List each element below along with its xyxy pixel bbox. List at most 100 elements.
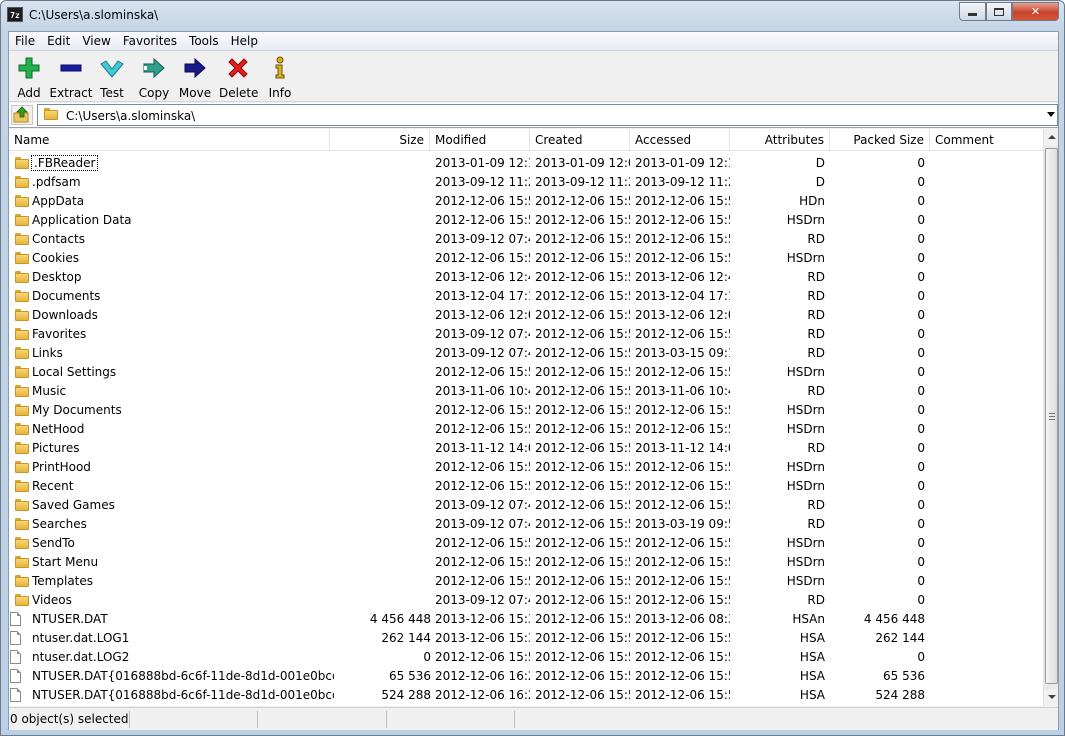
column-header-accessed[interactable]: Accessed	[630, 129, 730, 151]
file-accessed-text: 2012-12-06 15:55	[635, 460, 730, 474]
minimize-button[interactable]	[959, 2, 986, 21]
column-header-name[interactable]: Name	[9, 129, 330, 151]
column-header-comment[interactable]: Comment	[930, 129, 1043, 151]
menu-favorites[interactable]: Favorites	[117, 32, 183, 50]
menu-edit[interactable]: Edit	[41, 32, 76, 50]
menu-view[interactable]: View	[76, 32, 116, 50]
file-attributes-text: HSAn	[792, 612, 825, 626]
folder-icon	[15, 499, 29, 511]
file-attributes-text: HSDrn	[786, 536, 825, 550]
file-row[interactable]: ntuser.dat.LOG202012-12-06 15:552012-12-…	[9, 648, 1043, 667]
file-name: Templates	[29, 572, 334, 591]
file-row[interactable]: Videos 2013-09-12 07:46 2012-12-06 15:55 20…	[9, 591, 1043, 610]
file-row[interactable]: Contacts 2013-09-12 07:46 2012-12-06 15:55…	[9, 230, 1043, 249]
file-accessed: 2013-11-12 14:06	[630, 439, 730, 458]
file-attributes-text: RD	[807, 289, 825, 303]
file-accessed-text: 2012-12-06 15:55	[635, 213, 730, 227]
vertical-scrollbar[interactable]	[1043, 129, 1058, 706]
file-created: 2012-12-06 15:55	[530, 268, 630, 287]
file-row[interactable]: .pdfsam 2013-09-12 11:25 2013-09-12 11:25 2…	[9, 173, 1043, 192]
file-row[interactable]: My Documents 2012-12-06 15:55 2012-12-06 1…	[9, 401, 1043, 420]
scroll-thumb[interactable]	[1045, 148, 1058, 684]
file-row[interactable]: SendTo 2012-12-06 15:55 2012-12-06 15:55 20…	[9, 534, 1043, 553]
file-row[interactable]: Searches 2013-09-12 07:46 2012-12-06 15:55…	[9, 515, 1043, 534]
up-folder-button[interactable]	[11, 105, 33, 125]
address-input[interactable]: C:\Users\a.slominska\	[37, 104, 1058, 126]
extract-button[interactable]: Extract	[49, 54, 93, 100]
file-row[interactable]: NTUSER.DAT 4 456 448 2013-12-06 15:32 2012-…	[9, 610, 1043, 629]
file-modified: 2012-12-06 15:55	[430, 401, 530, 420]
delete-button[interactable]: Delete	[219, 54, 258, 100]
file-row[interactable]: Recent 2012-12-06 15:55 2012-12-06 15:55 20…	[9, 477, 1043, 496]
file-row[interactable]: NTUSER.DAT{016888bd-6c6f-11de-8d1d-001e0…	[9, 686, 1043, 705]
scroll-up-button[interactable]	[1044, 129, 1058, 146]
file-modified-text: 2013-12-04 17:14	[435, 289, 530, 303]
file-row[interactable]: Music 2013-11-06 10:41 2012-12-06 15:55 201…	[9, 382, 1043, 401]
info-button[interactable]: Info	[265, 54, 295, 100]
file-modified: 2013-12-06 15:32	[430, 610, 530, 629]
file-name: Local Settings	[29, 363, 334, 382]
minimize-icon	[968, 13, 977, 16]
file-row[interactable]: .FBReader 2013-01-09 12:15 2013-01-09 12:0…	[9, 154, 1043, 173]
column-header-created[interactable]: Created	[530, 129, 630, 151]
column-header-packed-size[interactable]: Packed Size	[830, 129, 930, 151]
file-row[interactable]: AppData 2012-12-06 15:55 2012-12-06 15:55 2…	[9, 192, 1043, 211]
app-window: 7z C:\Users\a.slominska\ ✕ File Edit Vie…	[0, 0, 1065, 736]
arrow-up-icon	[1048, 135, 1056, 139]
file-created-text: 2012-12-06 15:55	[535, 270, 630, 284]
file-created: 2012-12-06 15:55	[530, 534, 630, 553]
check-icon	[100, 60, 124, 78]
menu-help[interactable]: Help	[225, 32, 264, 50]
scroll-down-button[interactable]	[1044, 689, 1058, 706]
title-bar[interactable]: 7z C:\Users\a.slominska\ ✕	[1, 1, 1064, 31]
file-created: 2012-12-06 15:55	[530, 591, 630, 610]
folder-icon	[15, 442, 29, 454]
file-row[interactable]: Desktop 2013-12-06 12:47 2012-12-06 15:55 2…	[9, 268, 1043, 287]
file-row[interactable]: Templates 2012-12-06 15:55 2012-12-06 15:5…	[9, 572, 1043, 591]
file-row[interactable]: Documents 2013-12-04 17:14 2012-12-06 15:5…	[9, 287, 1043, 306]
file-row[interactable]: Application Data 2012-12-06 15:55 2012-12-…	[9, 211, 1043, 230]
column-header-attributes[interactable]: Attributes	[730, 129, 830, 151]
file-name: AppData	[29, 192, 334, 211]
file-accessed-text: 2012-12-06 15:55	[635, 650, 730, 664]
file-packed-size-text: 0	[917, 175, 925, 189]
file-packed-size: 0	[830, 344, 930, 363]
file-name-text: Saved Games	[32, 498, 115, 512]
file-size-text: 262 144	[381, 631, 431, 645]
menu-file[interactable]: File	[9, 32, 41, 50]
file-accessed-text: 2012-12-06 15:55	[635, 498, 730, 512]
file-row[interactable]: Links 2013-09-12 07:46 2012-12-06 15:55 201…	[9, 344, 1043, 363]
file-row[interactable]: Favorites 2013-09-12 07:46 2012-12-06 15:5…	[9, 325, 1043, 344]
file-row[interactable]: Start Menu 2012-12-06 15:55 2012-12-06 15:…	[9, 553, 1043, 572]
copy-arrow-icon	[143, 57, 165, 79]
file-row[interactable]: Saved Games 2013-09-12 07:46 2012-12-06 15…	[9, 496, 1043, 515]
file-row[interactable]: PrintHood 2012-12-06 15:55 2012-12-06 15:5…	[9, 458, 1043, 477]
sevenzip-app-icon[interactable]: 7z	[7, 7, 23, 22]
file-row[interactable]: Pictures 2013-11-12 14:06 2012-12-06 15:55…	[9, 439, 1043, 458]
file-size	[334, 325, 436, 344]
test-button[interactable]: Test	[96, 54, 128, 100]
column-header-size[interactable]: Size	[330, 129, 430, 151]
copy-button[interactable]: Copy	[136, 54, 172, 100]
close-button[interactable]: ✕	[1012, 2, 1059, 21]
menu-tools[interactable]: Tools	[183, 32, 225, 50]
file-row[interactable]: Cookies 2012-12-06 15:55 2012-12-06 15:55 2…	[9, 249, 1043, 268]
file-row[interactable]: NTUSER.DAT{016888bd-6c6f-11de-8d1d-001e0…	[9, 667, 1043, 686]
chevron-down-icon[interactable]	[1047, 112, 1055, 117]
folder-icon	[15, 214, 29, 226]
file-attributes-text: HSDrn	[786, 460, 825, 474]
file-row[interactable]: Downloads 2013-12-06 12:04 2012-12-06 15:5…	[9, 306, 1043, 325]
file-attributes-text: RD	[807, 517, 825, 531]
column-header-modified[interactable]: Modified	[430, 129, 530, 151]
add-button[interactable]: Add	[11, 54, 47, 100]
move-button[interactable]: Move	[177, 54, 213, 100]
file-row[interactable]: ntuser.dat.LOG1 262 144 2013-12-06 15:32 20…	[9, 629, 1043, 648]
file-modified: 2012-12-06 15:55	[430, 420, 530, 439]
file-accessed-text: 2013-09-12 11:25	[635, 175, 730, 189]
maximize-button[interactable]	[986, 2, 1012, 21]
file-attributes-text: RD	[807, 384, 825, 398]
file-row[interactable]: Local Settings 2012-12-06 15:55 2012-12-06…	[9, 363, 1043, 382]
file-list[interactable]: Name Size Modified Created Accessed Attr…	[9, 129, 1058, 706]
file-modified-text: 2013-12-06 12:04	[435, 308, 530, 322]
file-row[interactable]: NetHood 2012-12-06 15:55 2012-12-06 15:55 2…	[9, 420, 1043, 439]
